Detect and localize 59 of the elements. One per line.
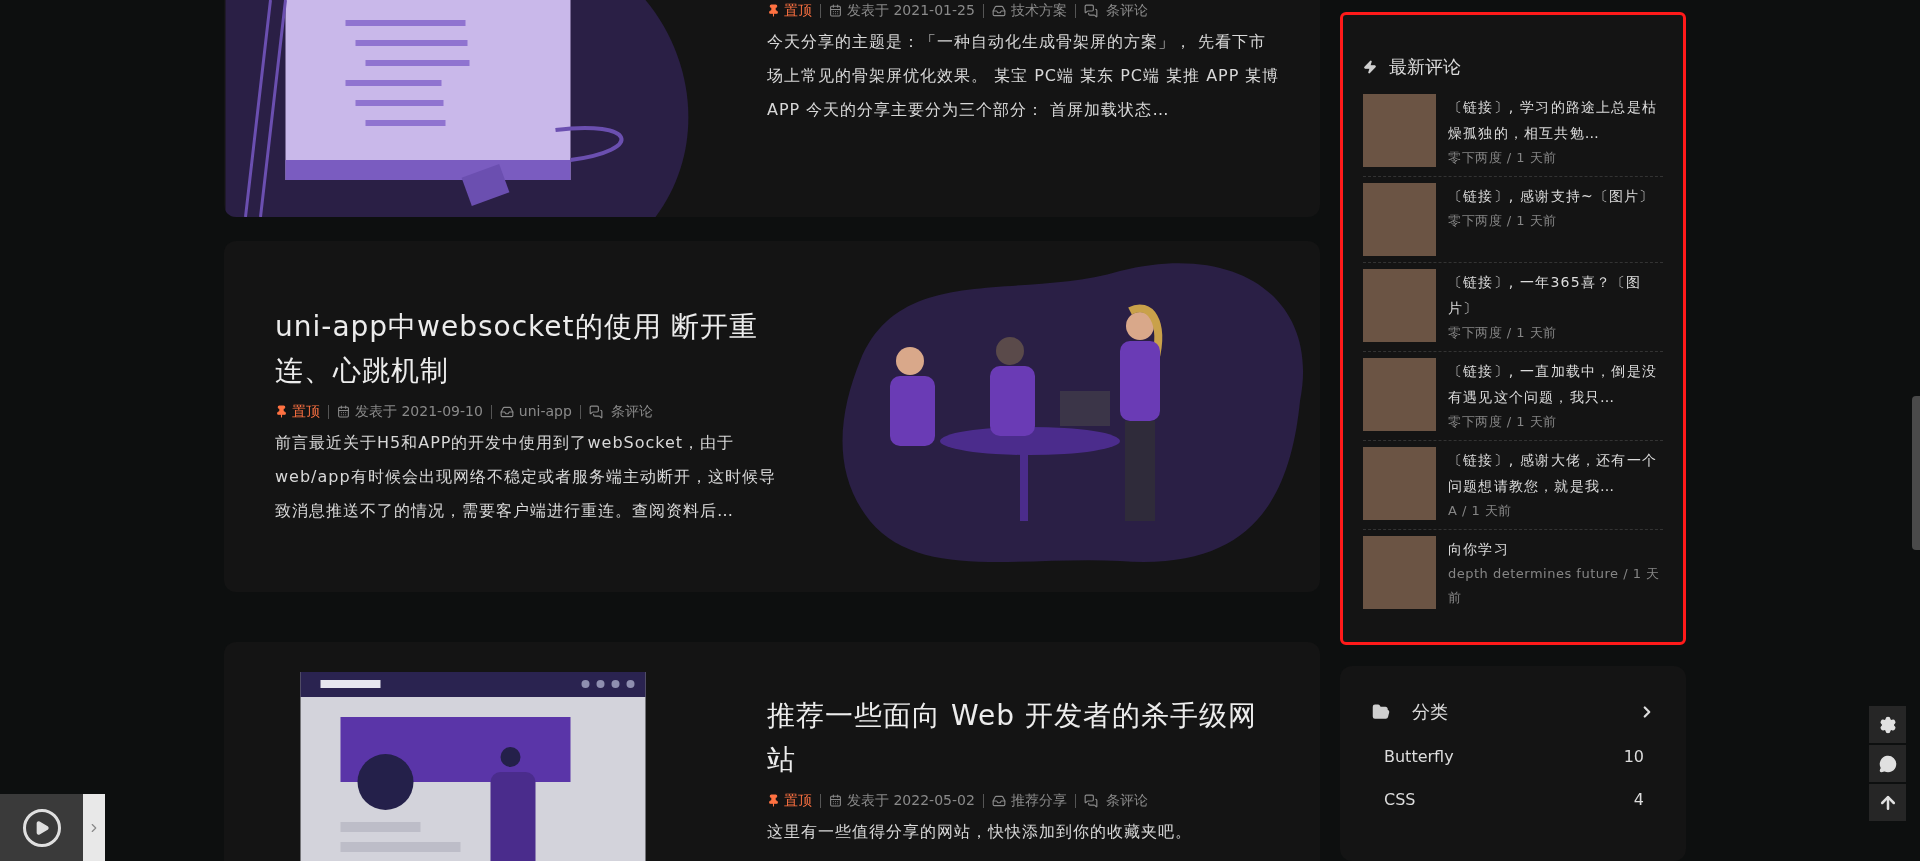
album-cover-placeholder[interactable] [0, 794, 83, 861]
comment-count-label: 条评论 [1105, 1, 1148, 20]
category-link[interactable]: uni-app [518, 401, 572, 422]
lightning-icon [1363, 58, 1377, 75]
article-excerpt: 这里有一些值得分享的网站，快快添加到你的收藏夹吧。 [767, 821, 1193, 843]
comment-text[interactable]: 向你学习 [1448, 536, 1663, 562]
folder-icon [1370, 702, 1392, 721]
pinned-label: 置顶 [784, 791, 812, 810]
category-item[interactable]: Butterfly 10 [1370, 735, 1656, 779]
category-item[interactable]: CSS 4 [1370, 778, 1656, 822]
article-title[interactable]: uni-app中websocket的使用 断开重连、心跳机制 [275, 305, 780, 393]
category-name: Butterfly [1384, 745, 1454, 768]
category-icon [991, 793, 1006, 808]
comment-meta: A / 1 天前 [1448, 502, 1513, 520]
category-count: 4 [1633, 788, 1644, 811]
comments-icon [1083, 793, 1098, 808]
article-title[interactable]: 推荐一些面向 Web 开发者的杀手级网站 [767, 694, 1280, 782]
comment-text[interactable]: 〔链接〕, 一年365喜？〔图片〕 [1448, 269, 1663, 321]
category-link[interactable]: 技术方案 [1010, 0, 1067, 21]
pinned-label: 置顶 [784, 1, 812, 20]
post-date: 发表于 2022-05-02 [847, 791, 975, 810]
scrollbar-thumb[interactable] [1912, 396, 1920, 550]
comments-icon [1083, 3, 1098, 18]
chat-button[interactable] [1869, 745, 1906, 782]
section-title: 最新评论 [1389, 55, 1461, 79]
comment-text[interactable]: 〔链接〕, 一直加载中，倒是没有遇见这个问题，我只… [1448, 358, 1663, 410]
category-icon [499, 404, 514, 419]
calendar-icon [829, 4, 842, 17]
comment-count-label: 条评论 [610, 402, 653, 421]
comments-icon [588, 404, 603, 419]
comment-text[interactable]: 〔链接〕, 感谢大佬，还有一个问题想请教您，就是我… [1448, 447, 1663, 499]
category-link[interactable]: 推荐分享 [1010, 790, 1067, 811]
settings-icon [1878, 715, 1897, 734]
comment-count-label: 条评论 [1105, 791, 1148, 810]
comment-meta: 零下两度 / 1 天前 [1448, 212, 1558, 230]
calendar-icon [337, 405, 350, 418]
post-date: 发表于 2021-09-10 [355, 402, 483, 421]
settings-button[interactable] [1869, 706, 1906, 743]
comment-meta: 零下两度 / 1 天前 [1448, 413, 1558, 431]
player-toggle-button[interactable] [83, 794, 105, 861]
comment-text[interactable]: 〔链接〕, 感谢支持~〔图片〕 [1448, 183, 1663, 209]
section-title: 分类 [1412, 700, 1449, 725]
pin-icon [275, 405, 288, 418]
comment-meta: 零下两度 / 1 天前 [1448, 324, 1558, 342]
chat-bubble-icon [1878, 754, 1897, 773]
pin-icon [767, 794, 780, 807]
calendar-icon [829, 794, 842, 807]
comment-meta: depth determines future / 1 天前 [1448, 565, 1661, 607]
comment-meta: 零下两度 / 1 天前 [1448, 149, 1558, 167]
article-excerpt: 前言最近关于H5和APP的开发中使用到了webSocket，由于web/app有时候会出现网络不稳定或者服务端主动断开，这时候导致消息推送不了的情况，需要客户端进行重连。查阅资料后… [275, 432, 777, 522]
category-name: CSS [1384, 788, 1416, 811]
pin-icon [767, 4, 780, 17]
category-icon [991, 3, 1006, 18]
post-date: 发表于 2021-01-25 [847, 1, 975, 20]
category-count: 10 [1623, 745, 1644, 768]
back-to-top-button[interactable] [1869, 784, 1906, 821]
article-excerpt: 今天分享的主题是：「一种自动化生成骨架屏的方案」， 先看下市场上常见的骨架屏优化效果。 某宝 PC端 某东 PC端 某推 APP 某博 APP 今天的分享主要分为三个部分： 首屏加载状态… [767, 31, 1280, 121]
pinned-label: 置顶 [292, 402, 320, 421]
comment-text[interactable]: 〔链接〕, 学习的路途上总是枯燥孤独的，相互共勉… [1448, 94, 1663, 146]
